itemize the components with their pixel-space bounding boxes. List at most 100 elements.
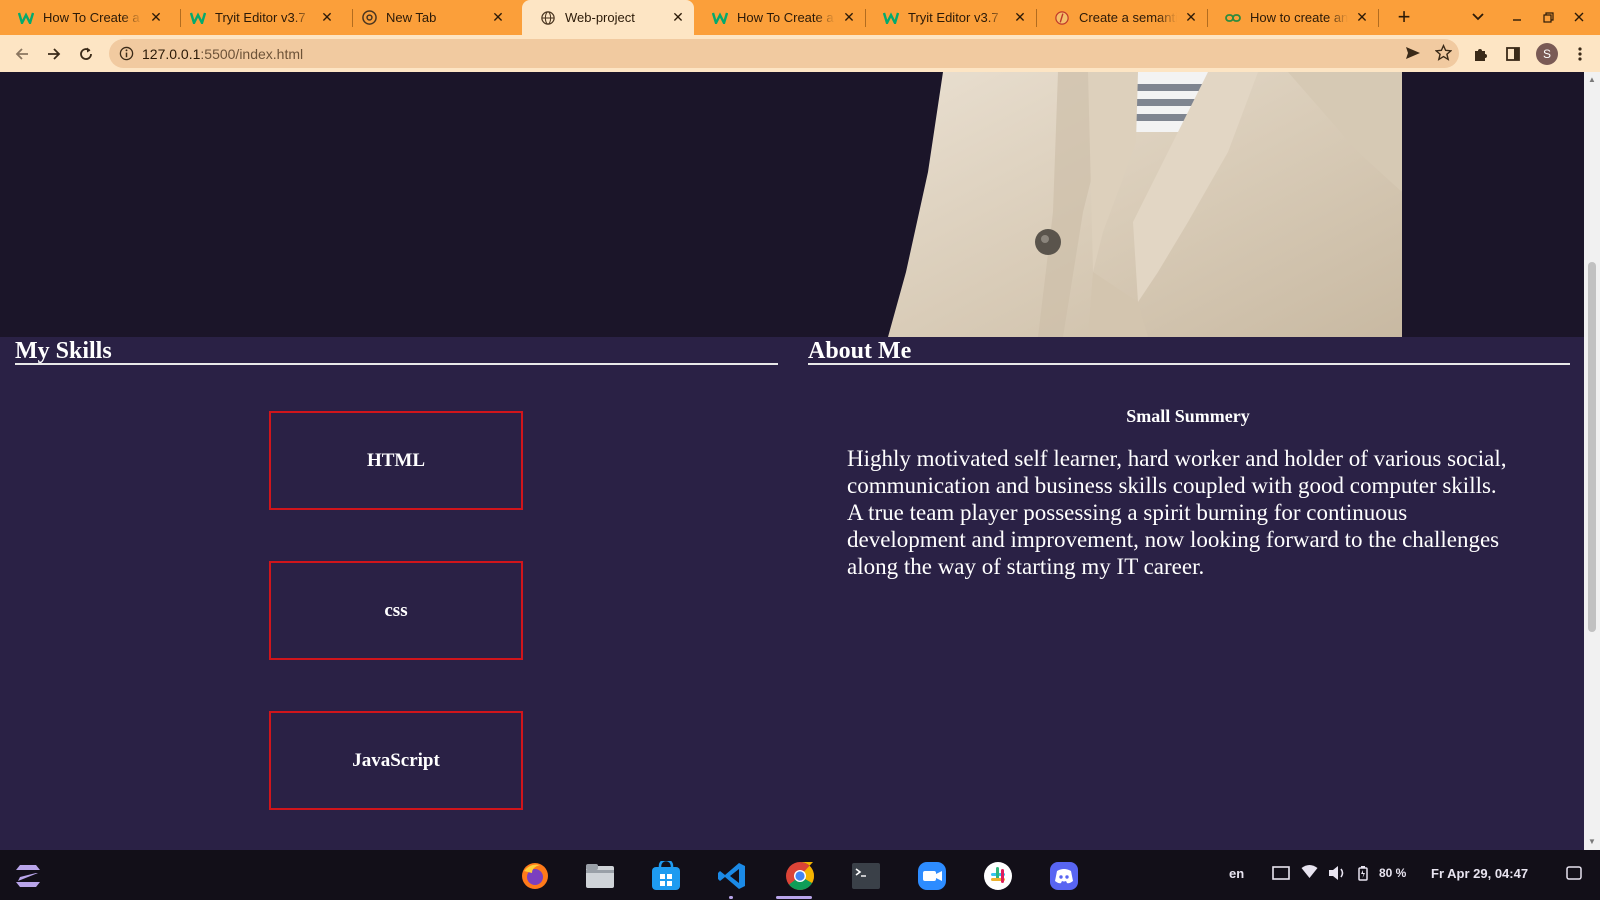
avatar[interactable]: S xyxy=(1536,43,1558,65)
close-icon xyxy=(1574,12,1584,22)
zorin-logo-icon xyxy=(16,865,40,887)
globe-icon xyxy=(540,10,556,26)
running-indicator xyxy=(729,896,733,899)
tab-title: Web-project xyxy=(565,10,635,25)
forward-button[interactable] xyxy=(41,41,67,67)
about-heading: About Me xyxy=(808,338,912,364)
browser-toolbar: 127.0.0.1:5500/index.html S xyxy=(0,35,1600,72)
link-icon xyxy=(1225,10,1241,26)
tab-title: How To Create a xyxy=(43,10,140,25)
page-viewport: My Skills About Me HTML css JavaScript S… xyxy=(0,72,1584,850)
new-tab-button[interactable]: + xyxy=(1391,4,1417,30)
chevron-down-icon xyxy=(1472,13,1484,21)
tab-title: How To Create a xyxy=(737,10,834,25)
restore-button[interactable] xyxy=(1536,5,1560,29)
w3schools-icon xyxy=(883,10,899,26)
address-bar[interactable]: 127.0.0.1:5500/index.html xyxy=(109,39,1459,68)
browser-tab[interactable]: How To Create a ✕ xyxy=(694,0,865,35)
chrome-icon xyxy=(361,10,377,26)
extensions-button[interactable] xyxy=(1468,41,1494,67)
back-button[interactable] xyxy=(9,41,35,67)
browser-tab[interactable]: Create a semanti ✕ xyxy=(1036,0,1207,35)
close-icon[interactable]: ✕ xyxy=(319,9,335,26)
arrow-right-icon xyxy=(48,48,61,60)
restore-icon xyxy=(1542,11,1554,23)
minimize-icon xyxy=(1513,19,1521,21)
semantic-icon xyxy=(1054,10,1070,26)
send-tab-button[interactable] xyxy=(1405,45,1421,66)
browser-tab[interactable]: Tryit Editor v3.7 ✕ xyxy=(172,0,343,35)
browser-tab[interactable]: How to create an ✕ xyxy=(1207,0,1378,35)
bookmark-button[interactable] xyxy=(1434,43,1453,66)
cast-icon[interactable] xyxy=(1272,865,1290,884)
close-icon[interactable]: ✕ xyxy=(670,9,686,26)
hero-section xyxy=(0,72,1584,337)
keyboard-language[interactable]: en xyxy=(1229,866,1244,881)
side-panel-icon xyxy=(1506,47,1520,61)
discord-icon[interactable] xyxy=(1048,860,1080,892)
files-icon[interactable] xyxy=(584,860,616,892)
notifications-icon[interactable] xyxy=(1566,866,1582,883)
w3schools-icon xyxy=(18,10,34,26)
tab-divider xyxy=(1378,9,1379,27)
close-icon[interactable]: ✕ xyxy=(148,9,164,26)
browser-tab[interactable]: How To Create a ✕ xyxy=(0,0,172,35)
summary-text: Highly motivated self learner, hard work… xyxy=(847,446,1507,579)
w3schools-icon xyxy=(190,10,206,26)
url-host: 127.0.0.1 xyxy=(142,45,201,62)
terminal-icon[interactable] xyxy=(850,860,882,892)
close-icon[interactable]: ✕ xyxy=(490,9,506,26)
software-store-icon[interactable] xyxy=(650,860,682,892)
browser-tabstrip: How To Create a ✕ Tryit Editor v3.7 ✕ Ne… xyxy=(0,0,1600,35)
skill-card-html: HTML xyxy=(269,411,523,510)
close-window-button[interactable] xyxy=(1567,5,1591,29)
tab-title: Tryit Editor v3.7 xyxy=(908,10,999,25)
slack-icon[interactable] xyxy=(982,860,1014,892)
menu-button[interactable] xyxy=(1567,41,1593,67)
clock[interactable]: Fr Apr 29, 04:47 xyxy=(1431,866,1528,881)
scroll-up-icon[interactable]: ▲ xyxy=(1587,75,1597,85)
close-icon[interactable]: ✕ xyxy=(1354,9,1370,26)
tab-title: Create a semanti xyxy=(1079,10,1177,25)
os-taskbar: en 80 % Fr Apr 29, 04:47 xyxy=(0,850,1600,900)
page-scrollbar[interactable]: ▲ ▼ xyxy=(1584,72,1600,850)
side-panel-button[interactable] xyxy=(1500,41,1526,67)
close-icon[interactable]: ✕ xyxy=(841,9,857,26)
firefox-icon[interactable] xyxy=(519,860,551,892)
wifi-icon[interactable] xyxy=(1301,865,1318,882)
battery-icon[interactable] xyxy=(1358,865,1368,884)
scrollbar-thumb[interactable] xyxy=(1588,262,1596,632)
volume-icon[interactable] xyxy=(1328,865,1346,884)
url-text: 127.0.0.1:5500/index.html xyxy=(142,46,303,62)
close-icon[interactable]: ✕ xyxy=(1183,9,1199,26)
tab-title: Tryit Editor v3.7 xyxy=(215,10,306,25)
zoom-icon[interactable] xyxy=(916,860,948,892)
about-divider xyxy=(808,363,1570,365)
active-indicator xyxy=(776,896,812,899)
browser-tab[interactable]: Tryit Editor v3.7 ✕ xyxy=(865,0,1036,35)
summary-title: Small Summery xyxy=(1126,406,1250,426)
w3schools-icon xyxy=(712,10,728,26)
tab-title: How to create an xyxy=(1250,10,1348,25)
browser-tab[interactable]: New Tab ✕ xyxy=(343,0,514,35)
chrome-icon[interactable] xyxy=(784,860,816,892)
arrow-left-icon xyxy=(15,48,28,60)
battery-percentage: 80 % xyxy=(1379,866,1407,880)
url-path: :5500/index.html xyxy=(200,45,304,62)
send-icon xyxy=(1406,47,1420,59)
minimize-button[interactable] xyxy=(1505,5,1529,29)
reload-button[interactable] xyxy=(73,41,99,67)
skill-card-css: css xyxy=(269,561,523,660)
zorin-menu-button[interactable] xyxy=(12,860,44,892)
scroll-down-icon[interactable]: ▼ xyxy=(1587,837,1597,847)
close-icon[interactable]: ✕ xyxy=(1012,9,1028,26)
skills-heading: My Skills xyxy=(15,338,112,364)
tab-search-button[interactable] xyxy=(1466,5,1490,29)
reload-icon xyxy=(80,47,92,60)
skill-card-javascript: JavaScript xyxy=(269,711,523,810)
tab-title: New Tab xyxy=(386,10,437,25)
vscode-icon[interactable] xyxy=(716,860,748,892)
skills-divider xyxy=(15,363,778,365)
browser-tab-active[interactable]: Web-project ✕ xyxy=(522,0,694,35)
star-icon xyxy=(1434,43,1453,61)
